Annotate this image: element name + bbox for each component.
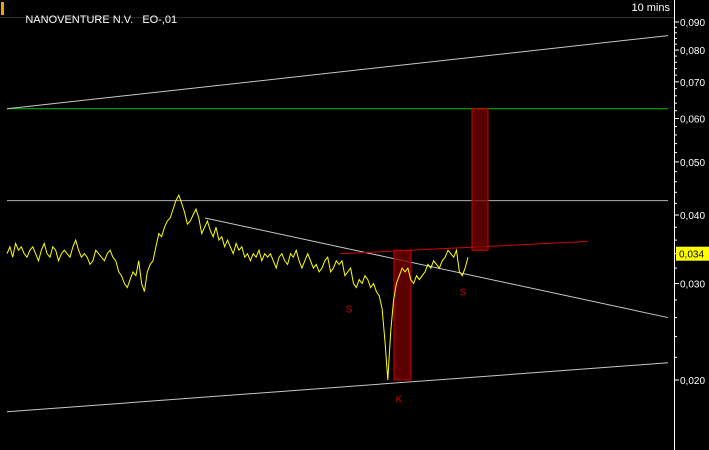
- projection-box-layer: [393, 108, 489, 381]
- y-tick-label: 0,030: [680, 279, 705, 290]
- y-tick-label: 0,070: [680, 78, 705, 89]
- trendline-neckline: [339, 240, 589, 255]
- chart-root: NANOVENTURE N.V. EO-,01 10 mins SKS 0,09…: [0, 0, 709, 450]
- annotation-label: S: [346, 305, 353, 316]
- y-tick-label: 0,040: [680, 211, 705, 222]
- trendline-layer: [6, 35, 669, 413]
- annotation-label: K: [396, 395, 403, 406]
- trendline-descending-resistance: [204, 217, 669, 319]
- projection-box: [471, 108, 489, 251]
- trendline-upper-channel: [6, 35, 669, 110]
- y-tick-label: 0,050: [680, 158, 705, 169]
- trendline-lower-channel: [6, 362, 669, 413]
- y-tick-label: 0,060: [680, 115, 705, 126]
- y-tick-label: 0,090: [680, 18, 705, 29]
- y-tick-label: 0,020: [680, 376, 705, 387]
- y-tick-label: 0,080: [680, 46, 705, 57]
- last-price-label: 0,034: [679, 250, 704, 261]
- y-axis: 0,090 0,080 0,070 0,060 0,050 0,040 0,030 0,020…: [674, 0, 709, 450]
- price-chart[interactable]: SKS 0,0900,0800,0700,0600,0500,0400,0300…: [0, 0, 709, 450]
- annotation-label: S: [460, 288, 467, 299]
